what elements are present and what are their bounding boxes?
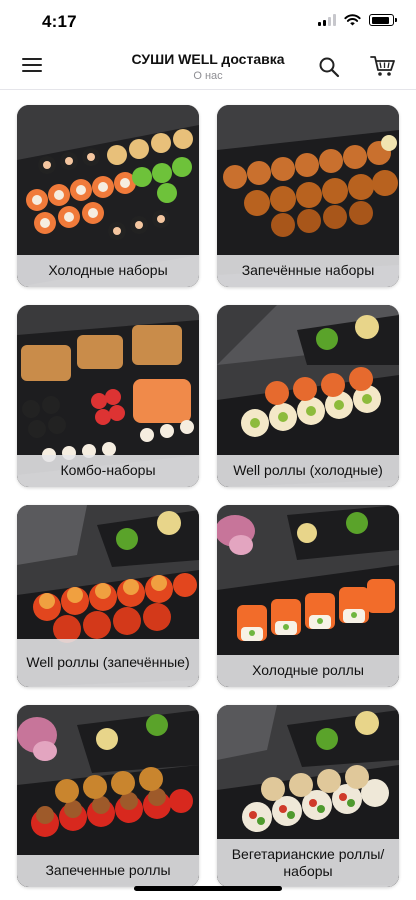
category-card-combo-sets[interactable]: Комбо-наборы bbox=[17, 305, 199, 487]
category-label: Запеченные роллы bbox=[17, 855, 199, 887]
category-card-well-rolls-baked[interactable]: Well роллы (запечённые) bbox=[17, 505, 199, 687]
category-label: Запечённые наборы bbox=[217, 255, 399, 287]
status-bar: 4:17 bbox=[0, 0, 416, 44]
category-card-baked-rolls[interactable]: Запеченные роллы bbox=[17, 705, 199, 887]
nav-bar: СУШИ WELL доставка О нас bbox=[0, 44, 416, 90]
status-time: 4:17 bbox=[42, 12, 77, 31]
battery-icon bbox=[369, 14, 397, 26]
category-grid: Холодные наборы Запечённые наборы Комбо-… bbox=[17, 105, 399, 887]
category-label: Well роллы (запечённые) bbox=[17, 639, 199, 687]
category-label: Вегетарианские роллы/наборы bbox=[217, 839, 399, 887]
status-icons bbox=[318, 14, 397, 26]
page-title: СУШИ WELL доставка bbox=[131, 51, 285, 67]
category-card-cold-rolls[interactable]: Холодные роллы bbox=[217, 505, 399, 687]
category-card-vegetarian[interactable]: Вегетарианские роллы/наборы bbox=[217, 705, 399, 887]
category-label: Холодные наборы bbox=[17, 255, 199, 287]
search-icon[interactable] bbox=[318, 56, 340, 78]
category-card-cold-sets[interactable]: Холодные наборы bbox=[17, 105, 199, 287]
category-label: Well роллы (холодные) bbox=[217, 455, 399, 487]
wifi-icon bbox=[344, 14, 361, 26]
home-indicator[interactable] bbox=[134, 886, 282, 891]
cellular-signal-icon bbox=[318, 14, 336, 26]
category-label: Комбо-наборы bbox=[17, 455, 199, 487]
cart-icon[interactable] bbox=[370, 54, 396, 78]
about-link[interactable]: О нас bbox=[0, 70, 416, 82]
category-label: Холодные роллы bbox=[217, 655, 399, 687]
category-card-well-rolls-cold[interactable]: Well роллы (холодные) bbox=[217, 305, 399, 487]
category-card-baked-sets[interactable]: Запечённые наборы bbox=[217, 105, 399, 287]
